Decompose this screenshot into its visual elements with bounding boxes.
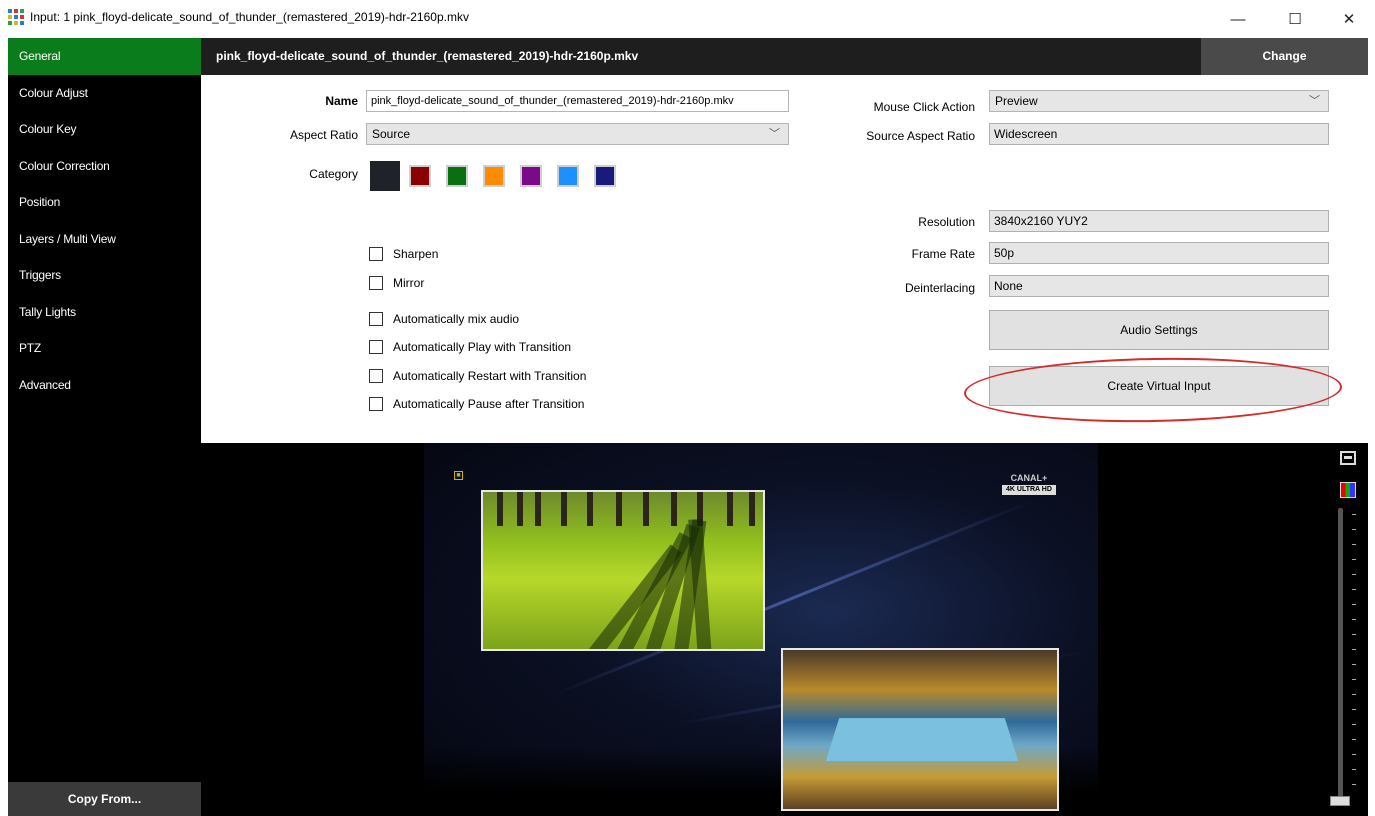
deinterlacing-field: None	[989, 275, 1329, 297]
mirror-checkbox[interactable]: Mirror	[369, 276, 424, 290]
pip-image-arena	[781, 648, 1059, 811]
frame-rate-label: Frame Rate	[911, 247, 975, 261]
aspect-ratio-select[interactable]: Source ﹀	[366, 123, 789, 145]
sidebar: General Colour Adjust Colour Key Colour …	[8, 38, 201, 816]
category-swatch-2[interactable]	[409, 165, 431, 187]
color-bars-icon[interactable]	[1340, 482, 1356, 498]
sidebar-item-colour-correction[interactable]: Colour Correction	[8, 148, 201, 185]
checkbox-box[interactable]	[369, 276, 383, 290]
name-label: Name	[325, 94, 358, 108]
resolution-field: 3840x2160 YUY2	[989, 210, 1329, 232]
auto-pause-label: Automatically Pause after Transition	[393, 397, 585, 411]
category-swatch-1[interactable]	[370, 161, 400, 191]
create-virtual-input-button[interactable]: Create Virtual Input	[989, 366, 1329, 406]
name-input[interactable]: pink_floyd-delicate_sound_of_thunder_(re…	[366, 90, 789, 112]
video-preview[interactable]: ■ CANAL+ 4K ULTRA HD	[424, 443, 1098, 816]
checkbox-box[interactable]	[369, 397, 383, 411]
volume-slider-thumb[interactable]	[1330, 796, 1350, 806]
title-bar: Input: 1 pink_floyd-delicate_sound_of_th…	[0, 0, 1375, 38]
channel-logo-sub: 4K ULTRA HD	[1002, 485, 1056, 495]
category-swatch-5[interactable]	[520, 165, 542, 187]
checkbox-box[interactable]	[369, 312, 383, 326]
mirror-label: Mirror	[393, 276, 425, 290]
auto-pause-checkbox[interactable]: Automatically Pause after Transition	[369, 397, 584, 411]
pip-image-forest	[481, 490, 765, 651]
checkbox-box[interactable]	[369, 369, 383, 383]
source-aspect-label: Source Aspect Ratio	[866, 129, 975, 143]
mouse-click-label: Mouse Click Action	[873, 100, 975, 114]
auto-play-label: Automatically Play with Transition	[393, 340, 572, 354]
sharpen-label: Sharpen	[393, 247, 439, 261]
sidebar-item-layers-multi-view[interactable]: Layers / Multi View	[8, 221, 201, 258]
sidebar-item-colour-adjust[interactable]: Colour Adjust	[8, 75, 201, 112]
change-button[interactable]: Change	[1201, 38, 1368, 75]
category-swatch-3[interactable]	[446, 165, 468, 187]
sharpen-checkbox[interactable]: Sharpen	[369, 247, 438, 261]
deinterlacing-label: Deinterlacing	[904, 281, 975, 295]
sidebar-item-ptz[interactable]: PTZ	[8, 330, 201, 367]
category-swatch-6[interactable]	[557, 165, 579, 187]
auto-play-checkbox[interactable]: Automatically Play with Transition	[369, 340, 571, 354]
auto-restart-label: Automatically Restart with Transition	[393, 369, 587, 383]
channel-logo: CANAL+ 4K ULTRA HD	[1002, 473, 1056, 495]
volume-slider-track[interactable]	[1338, 508, 1343, 801]
sidebar-item-tally-lights[interactable]: Tally Lights	[8, 294, 201, 331]
audio-settings-button[interactable]: Audio Settings	[989, 310, 1329, 350]
chevron-down-icon: ﹀	[1309, 95, 1320, 107]
source-aspect-field: Widescreen	[989, 123, 1329, 145]
window-title: Input: 1 pink_floyd-delicate_sound_of_th…	[30, 10, 469, 24]
resolution-label: Resolution	[918, 215, 975, 229]
sidebar-item-advanced[interactable]: Advanced	[8, 367, 201, 404]
aspect-ratio-label: Aspect Ratio	[289, 128, 358, 142]
channel-logo-text: CANAL+	[1010, 473, 1048, 483]
app-grid-icon	[8, 9, 24, 25]
screen-icon[interactable]	[1340, 451, 1356, 465]
sidebar-item-triggers[interactable]: Triggers	[8, 257, 201, 294]
slider-ticks	[1352, 514, 1356, 799]
checkbox-box[interactable]	[369, 340, 383, 354]
category-label: Category	[309, 167, 358, 181]
mouse-click-select[interactable]: Preview ﹀	[989, 90, 1329, 112]
chevron-down-icon: ﹀	[769, 128, 780, 140]
auto-mix-audio-checkbox[interactable]: Automatically mix audio	[369, 312, 519, 326]
auto-restart-checkbox[interactable]: Automatically Restart with Transition	[369, 369, 586, 383]
filename-header: pink_floyd-delicate_sound_of_thunder_(re…	[201, 38, 1201, 75]
sidebar-item-general[interactable]: General	[8, 38, 201, 75]
sidebar-item-colour-key[interactable]: Colour Key	[8, 111, 201, 148]
settings-panel: Name pink_floyd-delicate_sound_of_thunde…	[201, 75, 1368, 443]
aspect-ratio-value: Source	[372, 127, 411, 141]
category-swatch-7[interactable]	[594, 165, 616, 187]
checkbox-box[interactable]	[369, 247, 383, 261]
copy-from-button[interactable]: Copy From...	[8, 782, 201, 816]
maximize-button[interactable]: ☐	[1272, 0, 1318, 38]
close-button[interactable]: ✕	[1326, 0, 1372, 38]
channel-corner-icon: ■	[454, 471, 463, 480]
frame-rate-field: 50p	[989, 242, 1329, 264]
sidebar-item-position[interactable]: Position	[8, 184, 201, 221]
category-swatch-4[interactable]	[483, 165, 505, 187]
mouse-click-value: Preview	[995, 94, 1038, 108]
minimize-button[interactable]: —	[1215, 0, 1261, 38]
auto-mix-audio-label: Automatically mix audio	[393, 312, 520, 326]
